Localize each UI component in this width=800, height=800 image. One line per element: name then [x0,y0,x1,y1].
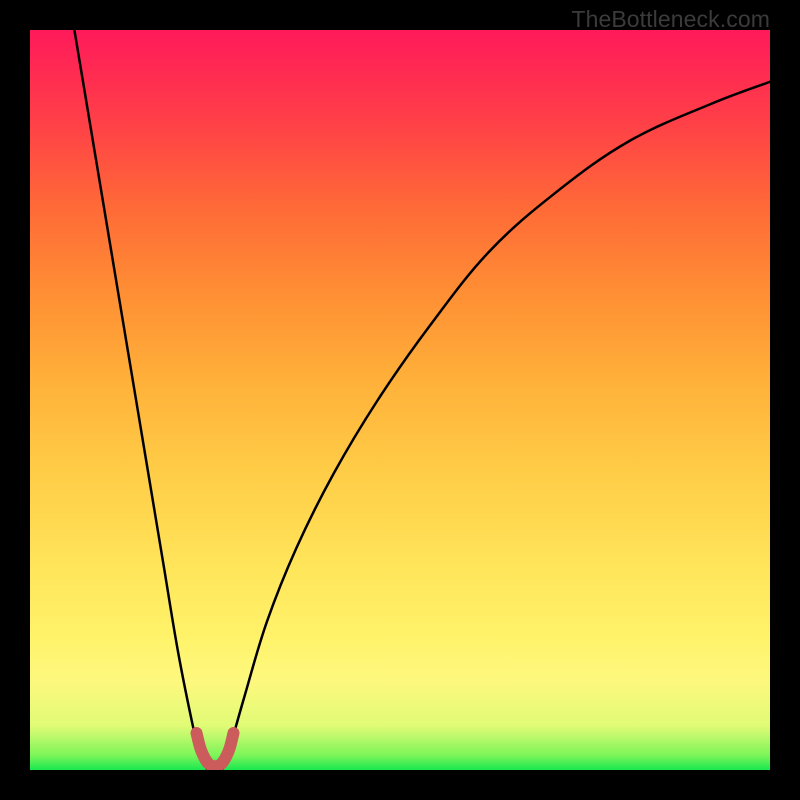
series-left-branch [74,30,207,770]
series-right-branch [222,82,770,770]
watermark-text: TheBottleneck.com [571,6,770,33]
chart-frame: TheBottleneck.com [0,0,800,800]
plot-area [30,30,770,770]
series-trough-highlight [197,733,234,766]
curve-layer [30,30,770,770]
